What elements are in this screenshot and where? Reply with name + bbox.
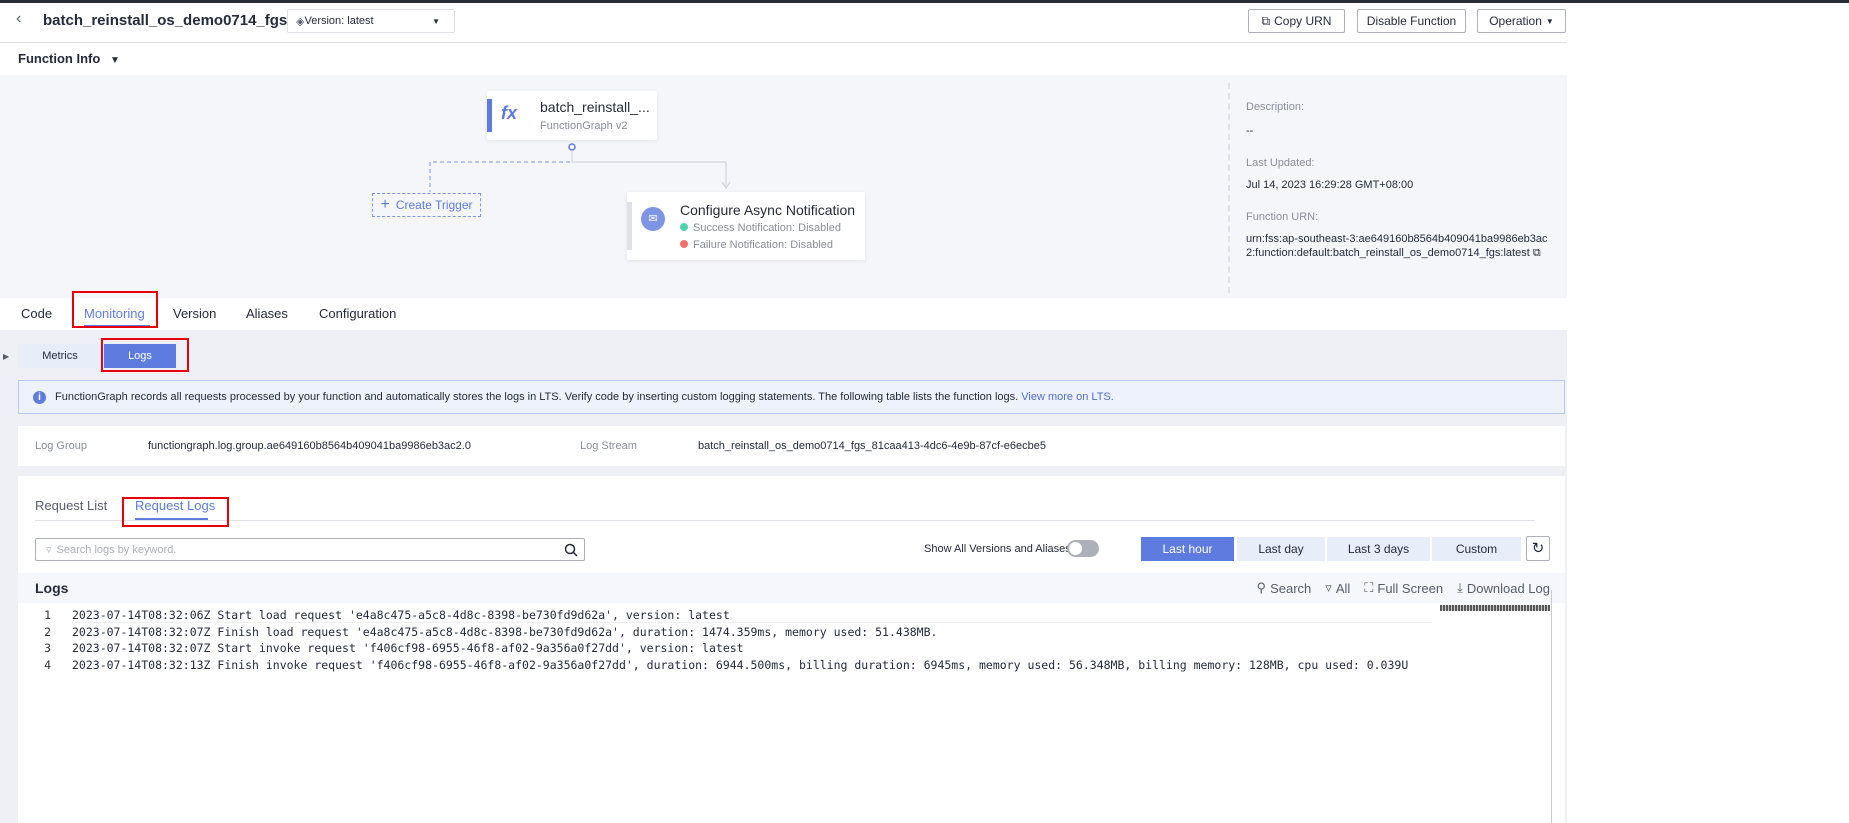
log-line: 2 2023-07-14T08:32:07Z Finish load reques…: [18, 624, 1408, 641]
notification-icon: ✉: [641, 207, 665, 231]
range-last-3-days[interactable]: Last 3 days: [1327, 537, 1430, 561]
line-number: 4: [44, 658, 51, 673]
copy-urn-button[interactable]: ⧉ Copy URN: [1248, 9, 1345, 33]
subtab-metrics[interactable]: Metrics: [18, 344, 102, 368]
range-last-day[interactable]: Last day: [1237, 537, 1325, 561]
search-icon: ⚲: [1256, 580, 1267, 595]
log-text: 2023-07-14T08:32:06Z Start load request …: [72, 608, 730, 622]
range-last-hour[interactable]: Last hour: [1141, 537, 1234, 561]
expand-icon[interactable]: ▶: [3, 352, 9, 361]
filter-icon: ▿: [1325, 580, 1332, 595]
flow-connectors: [429, 143, 731, 192]
minimap[interactable]: [1440, 605, 1550, 611]
operation-button[interactable]: Operation ▼: [1477, 9, 1566, 33]
highlight-box: [72, 291, 158, 328]
full-screen-button[interactable]: ⛶ Full Screen: [1364, 580, 1443, 596]
line-number: 3: [44, 641, 51, 656]
tab-configuration[interactable]: Configuration: [319, 306, 396, 321]
async-notification-card[interactable]: ✉ Configure Async Notification Success N…: [627, 192, 865, 260]
version-select[interactable]: ◈ Version: latest ▼: [287, 9, 455, 33]
log-line: 3 2023-07-14T08:32:07Z Start invoke reque…: [18, 640, 1408, 657]
divider: [0, 42, 1567, 43]
tab-version[interactable]: Version: [173, 306, 216, 321]
tab-aliases[interactable]: Aliases: [246, 306, 288, 321]
search-icon[interactable]: [564, 543, 578, 557]
logs-toolbar: Logs ⚲ Search ▿ All ⛶ Full Screen ⤓ Download…: [18, 573, 1565, 603]
top-bar: [0, 0, 1849, 3]
function-info-toggle[interactable]: Function Info ▼: [18, 51, 120, 66]
info-icon: i: [33, 390, 46, 404]
download-icon: ⤓: [1457, 580, 1463, 595]
back-icon[interactable]: ‹: [16, 10, 21, 28]
log-info-card: Log Group functiongraph.log.group.ae6491…: [18, 426, 1565, 466]
function-details: Description: -- Last Updated: Jul 14, 20…: [1246, 101, 1548, 259]
info-banner: i FunctionGraph records all requests pro…: [18, 380, 1565, 414]
log-text: 2023-07-14T08:32:13Z Finish invoke reque…: [72, 658, 1409, 673]
plus-icon: +: [380, 196, 390, 213]
success-notification-status: Success Notification: Disabled: [680, 222, 841, 234]
refresh-icon[interactable]: ↻: [1526, 536, 1550, 561]
log-line: 4 2023-07-14T08:32:13Z Finish invoke requ…: [18, 657, 1408, 674]
copy-icon[interactable]: ⧉: [1533, 247, 1541, 259]
create-trigger-button[interactable]: + Create Trigger: [372, 193, 481, 217]
highlight-box: [122, 497, 229, 527]
line-number: 2: [44, 624, 51, 639]
divider: [35, 520, 1535, 521]
log-filter-all-button[interactable]: ▿ All: [1325, 580, 1350, 596]
range-custom[interactable]: Custom: [1432, 537, 1521, 561]
function-title: batch_reinstall_os_demo0714_fgs: [43, 12, 288, 29]
log-text: 2023-07-14T08:32:07Z Finish load request…: [72, 624, 938, 639]
highlight-box: [101, 338, 189, 372]
layers-icon: ◈: [296, 15, 305, 28]
download-log-button[interactable]: ⤓ Download Log: [1457, 580, 1550, 596]
log-search-button[interactable]: ⚲ Search: [1257, 580, 1312, 596]
log-text: 2023-07-14T08:32:07Z Start invoke reques…: [72, 641, 744, 656]
tab-request-list[interactable]: Request List: [35, 498, 107, 513]
fx-icon: fx: [501, 103, 518, 123]
log-search-input[interactable]: ▿ Search logs by keyword.: [35, 538, 585, 561]
function-node[interactable]: fx batch_reinstall_... FunctionGraph v2: [487, 91, 657, 140]
tab-code[interactable]: Code: [21, 306, 52, 321]
disable-function-button[interactable]: Disable Function: [1357, 9, 1466, 33]
fullscreen-icon: ⛶: [1364, 580, 1374, 595]
failure-notification-status: Failure Notification: Disabled: [680, 239, 833, 251]
filter-icon: ▿: [46, 544, 52, 556]
log-line: 1 2023-07-14T08:32:06Z Start load request…: [18, 607, 1408, 624]
log-viewer[interactable]: 1 2023-07-14T08:32:06Z Start load request…: [18, 605, 1432, 823]
view-lts-link[interactable]: View more on LTS.: [1021, 391, 1114, 403]
scrollbar[interactable]: [1551, 590, 1552, 823]
line-number: 1: [44, 608, 51, 622]
show-all-versions-toggle[interactable]: [1067, 540, 1099, 557]
caret-down-icon: ▼: [1545, 16, 1554, 26]
copy-icon: ⧉: [1261, 13, 1271, 28]
caret-down-icon: ▼: [432, 16, 440, 26]
divider: [1228, 83, 1230, 293]
